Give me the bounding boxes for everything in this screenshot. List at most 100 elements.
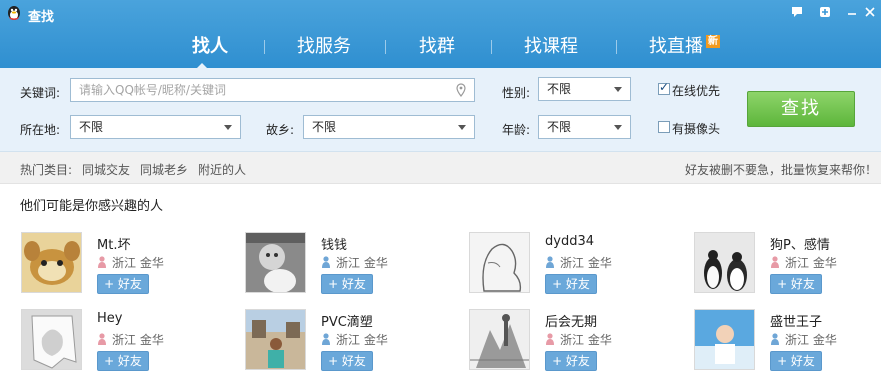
person-location: 浙江 金华	[770, 254, 837, 271]
female-icon	[771, 256, 779, 268]
person-card: 后会无期 浙江 金华 + 好友	[469, 309, 669, 371]
online-first-checkbox[interactable]	[658, 80, 670, 95]
gender-select-value: 不限	[547, 82, 572, 96]
female-icon	[98, 256, 106, 268]
person-card: PVC滴塑 浙江 金华 + 好友	[245, 309, 445, 371]
search-button[interactable]: 查找	[747, 91, 855, 127]
chevron-down-icon	[224, 125, 232, 130]
male-icon	[546, 256, 554, 268]
feedback-icon[interactable]	[789, 6, 805, 20]
avatar[interactable]	[469, 232, 530, 293]
add-window-icon[interactable]	[817, 6, 833, 20]
has-camera-label[interactable]: 有摄像头	[672, 120, 720, 137]
person-card: Mt.坏 浙江 金华 + 好友	[21, 232, 221, 294]
close-icon[interactable]	[862, 6, 878, 20]
female-icon	[546, 333, 554, 345]
minimize-icon[interactable]	[844, 6, 860, 20]
hot-link-local-hometown[interactable]: 同城老乡	[140, 161, 188, 178]
person-nickname[interactable]: 钱钱	[321, 234, 347, 253]
hot-link-local-dating[interactable]: 同城交友	[82, 161, 130, 178]
location-select-value: 不限	[79, 120, 104, 134]
keyword-label: 关键词:	[20, 86, 61, 100]
person-nickname[interactable]: 后会无期	[545, 311, 597, 330]
person-card: Hey 浙江 金华 + 好友	[21, 309, 221, 371]
tab-find-service[interactable]: 找服务	[297, 32, 351, 58]
avatar[interactable]	[21, 309, 82, 370]
add-friend-button[interactable]: + 好友	[321, 351, 373, 371]
hot-categories-label: 热门类目:	[20, 163, 73, 177]
age-label: 年龄:	[502, 123, 531, 137]
person-location: 浙江 金华	[545, 331, 612, 348]
gender-select[interactable]: 不限	[538, 77, 631, 101]
person-location: 浙江 金华	[97, 331, 164, 348]
tab-find-course[interactable]: 找课程	[524, 32, 578, 58]
add-friend-button[interactable]: + 好友	[97, 351, 149, 371]
male-icon	[322, 333, 330, 345]
qq-penguin-icon	[8, 6, 20, 20]
tab-find-group[interactable]: 找群	[419, 32, 455, 58]
chevron-down-icon	[614, 125, 622, 130]
avatar[interactable]	[21, 232, 82, 293]
avatar[interactable]	[469, 309, 530, 370]
person-card: 钱钱 浙江 金华 + 好友	[245, 232, 445, 294]
hot-categories-bar: 热门类目: 同城交友 同城老乡 附近的人 好友被删不要急，批量恢复来帮你！	[0, 152, 881, 184]
age-select-value: 不限	[547, 120, 572, 134]
person-nickname[interactable]: Hey	[97, 311, 122, 326]
title-bar: 查找	[0, 0, 881, 28]
location-pin-icon[interactable]	[455, 83, 467, 97]
person-card: 盛世王子 浙江 金华 + 好友	[694, 309, 881, 371]
hot-link-nearby[interactable]: 附近的人	[198, 161, 246, 178]
person-nickname[interactable]: dydd34	[545, 234, 594, 249]
person-nickname[interactable]: 狗P、感情	[770, 234, 830, 253]
avatar[interactable]	[245, 309, 306, 370]
avatar[interactable]	[694, 309, 755, 370]
person-location-text: 浙江 金华	[336, 333, 388, 347]
tab-find-live-label: 找直播	[649, 36, 703, 57]
tab-divider	[385, 40, 386, 54]
friend-recovery-link[interactable]: 好友被删不要急，批量恢复来帮你！	[685, 161, 877, 178]
chevron-down-icon	[458, 125, 466, 130]
chevron-down-icon	[614, 87, 622, 92]
person-card: dydd34 浙江 金华 + 好友	[469, 232, 669, 294]
keyword-input[interactable]	[70, 78, 475, 102]
location-label: 所在地:	[20, 123, 61, 137]
avatar[interactable]	[245, 232, 306, 293]
add-friend-button[interactable]: + 好友	[545, 274, 597, 294]
add-friend-button[interactable]: + 好友	[770, 351, 822, 371]
location-select[interactable]: 不限	[70, 115, 241, 139]
window-header: 查找 找人 找服务 找群 找课程 找直播新	[0, 0, 881, 69]
person-location: 浙江 金华	[321, 254, 388, 271]
hometown-select[interactable]: 不限	[303, 115, 475, 139]
tab-divider	[616, 40, 617, 54]
person-location: 浙江 金华	[321, 331, 388, 348]
window-title: 查找	[28, 10, 55, 25]
add-friend-button[interactable]: + 好友	[545, 351, 597, 371]
suggestions-title: 他们可能是你感兴趣的人	[20, 199, 164, 214]
person-location: 浙江 金华	[770, 331, 837, 348]
person-location-text: 浙江 金华	[785, 333, 837, 347]
avatar[interactable]	[694, 232, 755, 293]
person-location-text: 浙江 金华	[785, 256, 837, 270]
person-location-text: 浙江 金华	[336, 256, 388, 270]
new-badge: 新	[706, 35, 720, 48]
female-icon	[98, 333, 106, 345]
person-card: 狗P、感情 浙江 金华 + 好友	[694, 232, 881, 294]
add-friend-button[interactable]: + 好友	[97, 274, 149, 294]
tab-divider	[264, 40, 265, 54]
person-nickname[interactable]: Mt.坏	[97, 234, 130, 253]
tab-find-people[interactable]: 找人	[192, 32, 228, 58]
age-select[interactable]: 不限	[538, 115, 631, 139]
tab-find-live[interactable]: 找直播新	[649, 32, 720, 58]
person-nickname[interactable]: PVC滴塑	[321, 311, 373, 330]
online-first-label[interactable]: 在线优先	[672, 82, 720, 99]
has-camera-checkbox[interactable]	[658, 121, 670, 133]
add-friend-button[interactable]: + 好友	[321, 274, 373, 294]
person-location: 浙江 金华	[545, 254, 612, 271]
male-icon	[322, 256, 330, 268]
person-nickname[interactable]: 盛世王子	[770, 311, 822, 330]
male-icon	[771, 333, 779, 345]
person-location-text: 浙江 金华	[112, 256, 164, 270]
add-friend-button[interactable]: + 好友	[770, 274, 822, 294]
tab-divider	[491, 40, 492, 54]
hometown-select-value: 不限	[312, 120, 337, 134]
